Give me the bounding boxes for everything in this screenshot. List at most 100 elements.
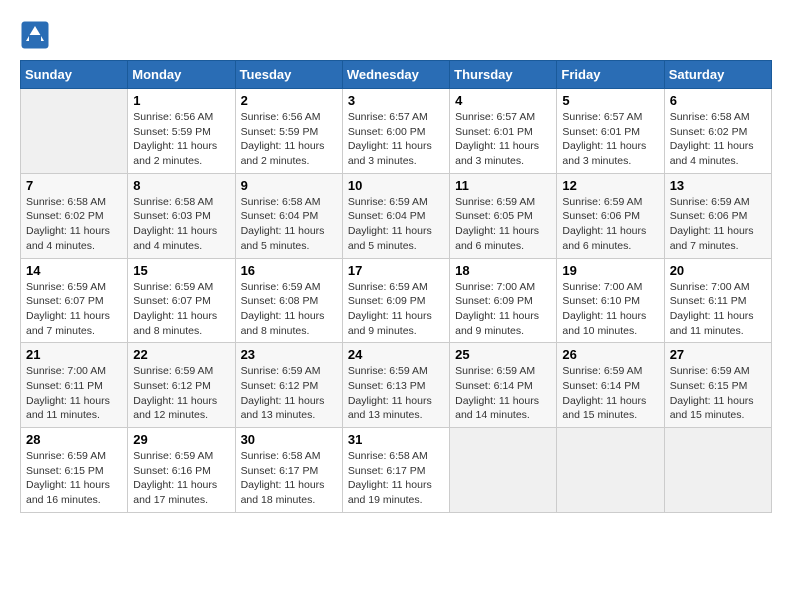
- day-number: 22: [133, 347, 229, 362]
- day-info: Sunrise: 7:00 AMSunset: 6:09 PMDaylight:…: [455, 280, 551, 339]
- day-info: Sunrise: 6:56 AMSunset: 5:59 PMDaylight:…: [133, 110, 229, 169]
- day-info: Sunrise: 6:59 AMSunset: 6:06 PMDaylight:…: [562, 195, 658, 254]
- calendar-week-row: 14 Sunrise: 6:59 AMSunset: 6:07 PMDayligh…: [21, 258, 772, 343]
- day-number: 2: [241, 93, 337, 108]
- calendar-cell: 27 Sunrise: 6:59 AMSunset: 6:15 PMDayligh…: [664, 343, 771, 428]
- calendar-cell: 15 Sunrise: 6:59 AMSunset: 6:07 PMDayligh…: [128, 258, 235, 343]
- day-info: Sunrise: 6:59 AMSunset: 6:06 PMDaylight:…: [670, 195, 766, 254]
- calendar-cell: 1 Sunrise: 6:56 AMSunset: 5:59 PMDaylight…: [128, 89, 235, 174]
- day-number: 16: [241, 263, 337, 278]
- day-number: 12: [562, 178, 658, 193]
- day-number: 27: [670, 347, 766, 362]
- calendar-week-row: 21 Sunrise: 7:00 AMSunset: 6:11 PMDayligh…: [21, 343, 772, 428]
- day-number: 11: [455, 178, 551, 193]
- calendar-week-row: 28 Sunrise: 6:59 AMSunset: 6:15 PMDayligh…: [21, 428, 772, 513]
- calendar-cell: [21, 89, 128, 174]
- calendar-cell: 6 Sunrise: 6:58 AMSunset: 6:02 PMDaylight…: [664, 89, 771, 174]
- day-number: 20: [670, 263, 766, 278]
- calendar-cell: 21 Sunrise: 7:00 AMSunset: 6:11 PMDayligh…: [21, 343, 128, 428]
- logo: [20, 20, 54, 50]
- day-info: Sunrise: 6:58 AMSunset: 6:04 PMDaylight:…: [241, 195, 337, 254]
- day-number: 21: [26, 347, 122, 362]
- logo-icon: [20, 20, 50, 50]
- day-info: Sunrise: 6:59 AMSunset: 6:08 PMDaylight:…: [241, 280, 337, 339]
- day-info: Sunrise: 6:59 AMSunset: 6:09 PMDaylight:…: [348, 280, 444, 339]
- day-number: 8: [133, 178, 229, 193]
- calendar-week-row: 7 Sunrise: 6:58 AMSunset: 6:02 PMDaylight…: [21, 173, 772, 258]
- calendar-cell: [450, 428, 557, 513]
- day-info: Sunrise: 6:58 AMSunset: 6:03 PMDaylight:…: [133, 195, 229, 254]
- day-info: Sunrise: 6:58 AMSunset: 6:02 PMDaylight:…: [670, 110, 766, 169]
- day-of-week-header: Thursday: [450, 61, 557, 89]
- calendar-cell: 24Sunrise: 6:59 AMSunset: 6:13 PMDayligh…: [342, 343, 449, 428]
- day-number: 1: [133, 93, 229, 108]
- day-info: Sunrise: 6:59 AMSunset: 6:14 PMDaylight:…: [562, 364, 658, 423]
- day-number: 6: [670, 93, 766, 108]
- day-info: Sunrise: 7:00 AMSunset: 6:10 PMDaylight:…: [562, 280, 658, 339]
- day-number: 26: [562, 347, 658, 362]
- page-header: [20, 20, 772, 50]
- day-info: Sunrise: 7:00 AMSunset: 6:11 PMDaylight:…: [670, 280, 766, 339]
- day-number: 29: [133, 432, 229, 447]
- calendar-cell: 25Sunrise: 6:59 AMSunset: 6:14 PMDayligh…: [450, 343, 557, 428]
- calendar-cell: 17Sunrise: 6:59 AMSunset: 6:09 PMDayligh…: [342, 258, 449, 343]
- day-of-week-header: Friday: [557, 61, 664, 89]
- calendar-cell: 31 Sunrise: 6:58 AMSunset: 6:17 PMDayligh…: [342, 428, 449, 513]
- calendar-cell: 16 Sunrise: 6:59 AMSunset: 6:08 PMDayligh…: [235, 258, 342, 343]
- calendar-table: SundayMondayTuesdayWednesdayThursdayFrid…: [20, 60, 772, 513]
- calendar-cell: 3Sunrise: 6:57 AMSunset: 6:00 PMDaylight…: [342, 89, 449, 174]
- day-number: 10: [348, 178, 444, 193]
- calendar-cell: 5 Sunrise: 6:57 AMSunset: 6:01 PMDaylight…: [557, 89, 664, 174]
- day-number: 13: [670, 178, 766, 193]
- calendar-body: 1 Sunrise: 6:56 AMSunset: 5:59 PMDaylight…: [21, 89, 772, 513]
- calendar-cell: 28 Sunrise: 6:59 AMSunset: 6:15 PMDayligh…: [21, 428, 128, 513]
- day-of-week-header: Sunday: [21, 61, 128, 89]
- day-info: Sunrise: 6:59 AMSunset: 6:16 PMDaylight:…: [133, 449, 229, 508]
- day-number: 19: [562, 263, 658, 278]
- day-info: Sunrise: 6:57 AMSunset: 6:01 PMDaylight:…: [455, 110, 551, 169]
- calendar-cell: 29 Sunrise: 6:59 AMSunset: 6:16 PMDayligh…: [128, 428, 235, 513]
- day-number: 30: [241, 432, 337, 447]
- day-number: 31: [348, 432, 444, 447]
- day-of-week-header: Monday: [128, 61, 235, 89]
- calendar-cell: 23Sunrise: 6:59 AMSunset: 6:12 PMDayligh…: [235, 343, 342, 428]
- day-info: Sunrise: 7:00 AMSunset: 6:11 PMDaylight:…: [26, 364, 122, 423]
- day-info: Sunrise: 6:56 AMSunset: 5:59 PMDaylight:…: [241, 110, 337, 169]
- day-number: 7: [26, 178, 122, 193]
- day-info: Sunrise: 6:59 AMSunset: 6:15 PMDaylight:…: [670, 364, 766, 423]
- day-info: Sunrise: 6:59 AMSunset: 6:13 PMDaylight:…: [348, 364, 444, 423]
- day-info: Sunrise: 6:59 AMSunset: 6:14 PMDaylight:…: [455, 364, 551, 423]
- calendar-cell: 22 Sunrise: 6:59 AMSunset: 6:12 PMDayligh…: [128, 343, 235, 428]
- header-row: SundayMondayTuesdayWednesdayThursdayFrid…: [21, 61, 772, 89]
- calendar-cell: [664, 428, 771, 513]
- calendar-cell: 11 Sunrise: 6:59 AMSunset: 6:05 PMDayligh…: [450, 173, 557, 258]
- day-number: 15: [133, 263, 229, 278]
- day-of-week-header: Tuesday: [235, 61, 342, 89]
- day-info: Sunrise: 6:59 AMSunset: 6:12 PMDaylight:…: [133, 364, 229, 423]
- calendar-cell: 20 Sunrise: 7:00 AMSunset: 6:11 PMDayligh…: [664, 258, 771, 343]
- day-number: 5: [562, 93, 658, 108]
- day-number: 3: [348, 93, 444, 108]
- day-info: Sunrise: 6:59 AMSunset: 6:15 PMDaylight:…: [26, 449, 122, 508]
- day-info: Sunrise: 6:57 AMSunset: 6:01 PMDaylight:…: [562, 110, 658, 169]
- calendar-cell: 18 Sunrise: 7:00 AMSunset: 6:09 PMDayligh…: [450, 258, 557, 343]
- day-number: 4: [455, 93, 551, 108]
- calendar-week-row: 1 Sunrise: 6:56 AMSunset: 5:59 PMDaylight…: [21, 89, 772, 174]
- calendar-cell: 10Sunrise: 6:59 AMSunset: 6:04 PMDayligh…: [342, 173, 449, 258]
- calendar-cell: 8 Sunrise: 6:58 AMSunset: 6:03 PMDaylight…: [128, 173, 235, 258]
- calendar-cell: 14 Sunrise: 6:59 AMSunset: 6:07 PMDayligh…: [21, 258, 128, 343]
- day-info: Sunrise: 6:59 AMSunset: 6:05 PMDaylight:…: [455, 195, 551, 254]
- day-number: 18: [455, 263, 551, 278]
- day-info: Sunrise: 6:59 AMSunset: 6:07 PMDaylight:…: [133, 280, 229, 339]
- day-number: 28: [26, 432, 122, 447]
- calendar-cell: 7 Sunrise: 6:58 AMSunset: 6:02 PMDaylight…: [21, 173, 128, 258]
- day-number: 9: [241, 178, 337, 193]
- day-number: 14: [26, 263, 122, 278]
- calendar-header: SundayMondayTuesdayWednesdayThursdayFrid…: [21, 61, 772, 89]
- day-info: Sunrise: 6:58 AMSunset: 6:17 PMDaylight:…: [348, 449, 444, 508]
- calendar-cell: 12 Sunrise: 6:59 AMSunset: 6:06 PMDayligh…: [557, 173, 664, 258]
- day-of-week-header: Wednesday: [342, 61, 449, 89]
- day-info: Sunrise: 6:58 AMSunset: 6:02 PMDaylight:…: [26, 195, 122, 254]
- day-info: Sunrise: 6:59 AMSunset: 6:07 PMDaylight:…: [26, 280, 122, 339]
- day-info: Sunrise: 6:58 AMSunset: 6:17 PMDaylight:…: [241, 449, 337, 508]
